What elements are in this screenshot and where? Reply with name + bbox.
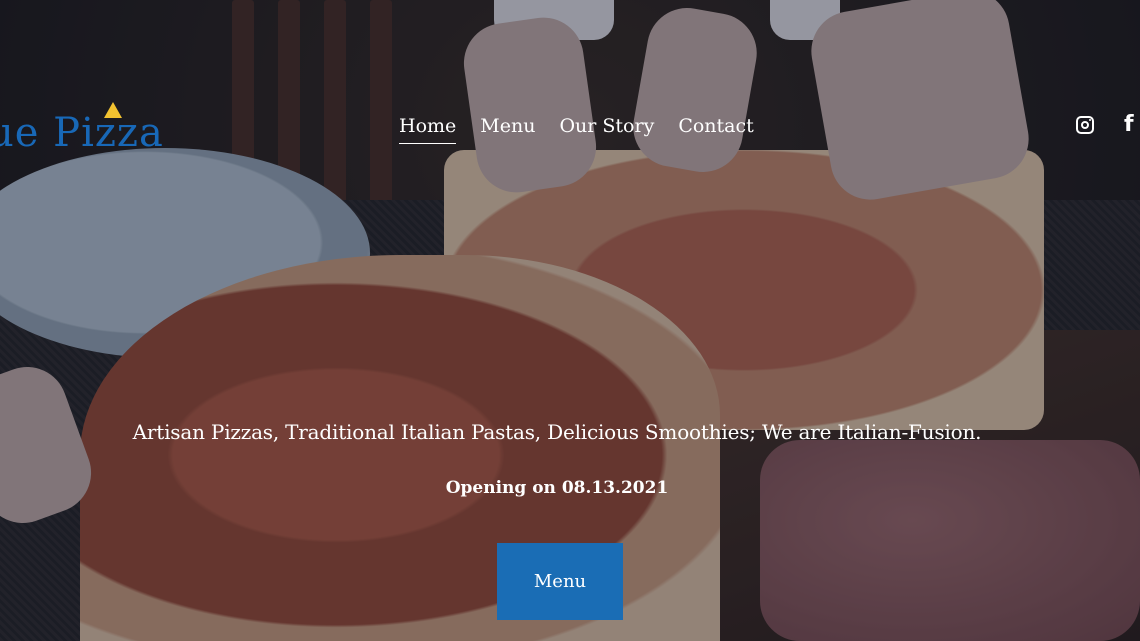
- nav-item-menu[interactable]: Menu: [480, 115, 535, 144]
- opening-date: Opening on 08.13.2021: [445, 478, 669, 498]
- instagram-icon[interactable]: [1076, 116, 1094, 134]
- hero-tagline: Artisan Pizzas, Traditional Italian Past…: [132, 420, 982, 444]
- menu-button[interactable]: Menu: [497, 543, 623, 620]
- facebook-icon[interactable]: f: [1124, 114, 1134, 136]
- site-logo[interactable]: ue Pizza: [0, 110, 164, 156]
- nav-item-contact[interactable]: Contact: [678, 115, 753, 144]
- main-nav: Home Menu Our Story Contact: [399, 115, 754, 144]
- nav-item-our-story[interactable]: Our Story: [559, 115, 654, 144]
- nav-item-home[interactable]: Home: [399, 115, 457, 144]
